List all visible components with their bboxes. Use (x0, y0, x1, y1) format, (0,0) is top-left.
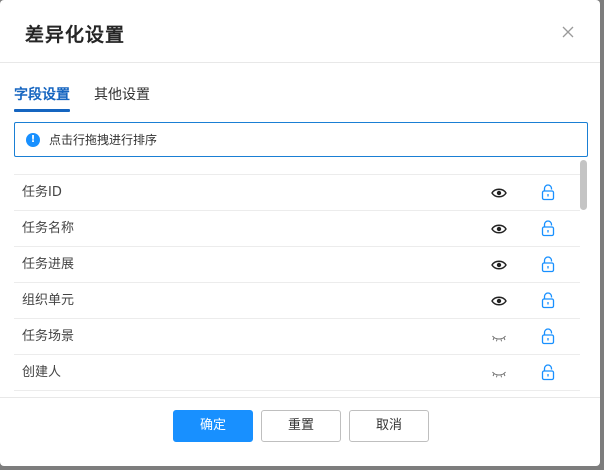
field-label: 组织单元 (22, 293, 75, 308)
reset-button[interactable]: 重置 (261, 410, 341, 442)
eye-icon[interactable] (491, 294, 507, 308)
scrollbar-thumb[interactable] (580, 160, 587, 210)
close-icon[interactable] (558, 22, 578, 42)
field-row[interactable]: 创建人 (14, 355, 580, 391)
unlock-icon[interactable] (541, 328, 555, 345)
field-label: 任务ID (22, 185, 62, 200)
unlock-icon[interactable] (541, 256, 555, 273)
field-list: 任务ID 任务名称 任务进展 组织单元 任务场景 创建人 (14, 174, 580, 398)
dialog-footer: 确定 重置 取消 (0, 397, 600, 466)
field-label: 任务进展 (22, 257, 75, 272)
confirm-button[interactable]: 确定 (173, 410, 253, 442)
field-row[interactable]: 任务ID (14, 175, 580, 211)
differentiation-settings-dialog: 差异化设置 字段设置 其他设置 ! 点击行拖拽进行排序 任务ID 任务名称 任务… (0, 0, 600, 466)
unlock-icon[interactable] (541, 364, 555, 381)
field-row[interactable]: 任务名称 (14, 211, 580, 247)
field-label: 创建人 (22, 365, 62, 380)
dialog-header: 差异化设置 (0, 0, 600, 63)
eye-icon[interactable] (491, 258, 507, 272)
notice-text: 点击行拖拽进行排序 (49, 133, 158, 147)
settings-tabs: 字段设置 其他设置 (14, 84, 588, 114)
field-label: 任务场景 (22, 329, 75, 344)
cancel-button[interactable]: 取消 (349, 410, 429, 442)
eye-closed-icon[interactable] (491, 330, 507, 344)
unlock-icon[interactable] (541, 220, 555, 237)
tab-field-settings[interactable]: 字段设置 (14, 84, 70, 112)
field-row[interactable]: 组织单元 (14, 283, 580, 319)
field-label: 任务名称 (22, 221, 75, 236)
unlock-icon[interactable] (541, 292, 555, 309)
field-row[interactable]: 任务场景 (14, 319, 580, 355)
dialog-title: 差异化设置 (25, 24, 126, 46)
drag-sort-notice: ! 点击行拖拽进行排序 (14, 122, 588, 157)
info-icon: ! (26, 132, 40, 147)
eye-icon[interactable] (491, 186, 507, 200)
eye-icon[interactable] (491, 222, 507, 236)
list-scrollbar[interactable] (580, 160, 588, 398)
unlock-icon[interactable] (541, 184, 555, 201)
field-row[interactable]: 任务进展 (14, 247, 580, 283)
tab-other-settings[interactable]: 其他设置 (94, 84, 150, 112)
eye-closed-icon[interactable] (491, 366, 507, 380)
